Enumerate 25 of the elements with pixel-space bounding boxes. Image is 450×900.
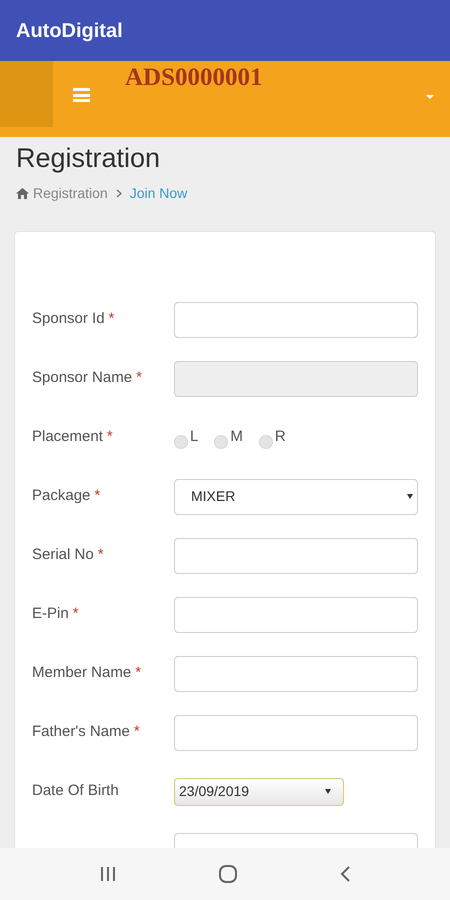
field-label: Member Name bbox=[32, 663, 132, 684]
page-title: Registration bbox=[16, 142, 162, 175]
field-label: Serial No bbox=[32, 545, 94, 566]
required-mark: * bbox=[134, 722, 140, 742]
required-mark: * bbox=[98, 545, 104, 566]
required-mark: * bbox=[106, 427, 113, 448]
app-title: AutoDigital bbox=[16, 18, 123, 44]
required-mark: * bbox=[72, 604, 79, 624]
radio-option[interactable]: L bbox=[174, 426, 198, 449]
field-label: Father's Name bbox=[32, 722, 130, 742]
radio-option[interactable]: M bbox=[214, 426, 243, 449]
package-dropdown[interactable]: MIXER bbox=[174, 478, 418, 514]
field-label: Placement bbox=[32, 427, 103, 448]
required-mark: * bbox=[136, 368, 142, 388]
field-label: Sponsor Id bbox=[32, 309, 105, 330]
required-mark: * bbox=[108, 309, 114, 330]
date-dropdown[interactable]: 23/09/2019 bbox=[174, 778, 344, 806]
field-label: Date Of Birth bbox=[32, 781, 119, 802]
radio-option[interactable]: R bbox=[258, 426, 286, 449]
field-label: E-Pin bbox=[32, 604, 69, 624]
required-mark: * bbox=[135, 663, 142, 684]
user-id: ADS0000001 bbox=[125, 63, 263, 93]
field-label: Sponsor Name bbox=[32, 368, 132, 388]
required-mark: * bbox=[94, 486, 100, 506]
field-label: Package bbox=[32, 486, 90, 506]
